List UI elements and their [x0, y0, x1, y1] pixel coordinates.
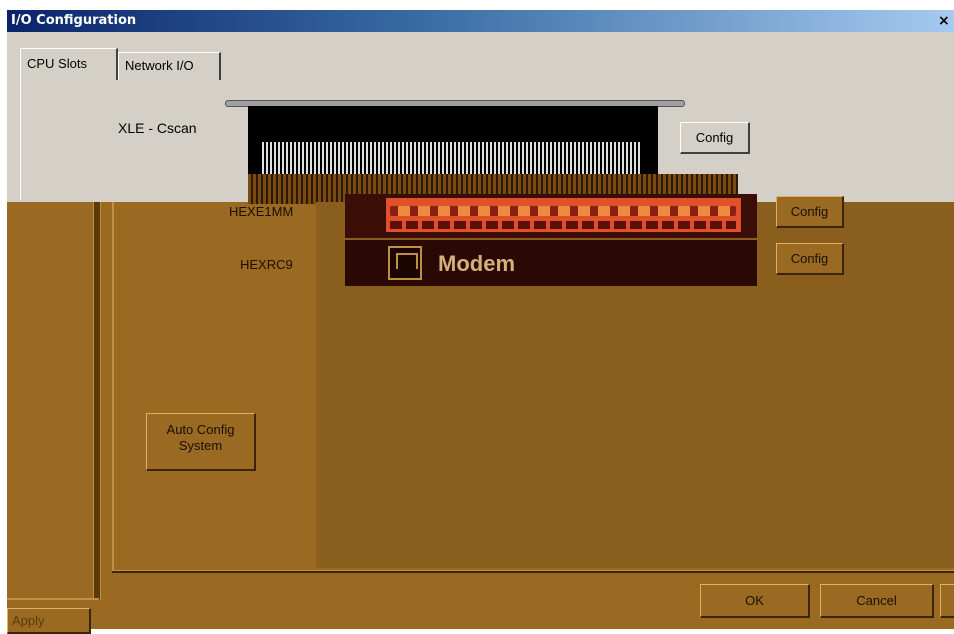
ok-button[interactable]: OK: [700, 584, 810, 618]
cpu-label: XLE - Cscan: [118, 120, 197, 136]
modem-label: Modem: [438, 251, 515, 276]
cpu-config-button[interactable]: Config: [680, 122, 750, 154]
window-title: I/O Configuration: [11, 13, 137, 28]
footer-divider: [112, 570, 954, 573]
io-terminal-block: [386, 198, 741, 232]
hexrc9-config-button[interactable]: Config: [776, 243, 844, 275]
cancel-button[interactable]: Cancel: [820, 584, 934, 618]
terminal-slots: [390, 221, 736, 229]
auto-config-line1: Auto Config: [166, 422, 235, 437]
tab-network-io[interactable]: Network I/O: [118, 52, 221, 80]
terminal-screws: [390, 206, 736, 216]
left-divider: [93, 202, 101, 600]
phone-jack-icon: [388, 246, 422, 280]
left-bottom-divider: [7, 598, 99, 600]
cpu-vents: [262, 142, 640, 174]
slot-label-hexe1mm: HEXE1MM: [229, 204, 294, 219]
tab-cpu-slots[interactable]: CPU Slots: [20, 48, 118, 80]
auto-config-line2: System: [178, 438, 223, 453]
title-bar: I/O Configuration ×: [7, 10, 954, 32]
auto-config-button[interactable]: Auto Config System: [146, 413, 256, 471]
inner-divider: [112, 202, 114, 570]
help-button-partial[interactable]: [940, 584, 954, 618]
slot-label-hexrc9: HEXRC9: [240, 257, 293, 272]
close-icon[interactable]: ×: [938, 13, 954, 29]
hexe1mm-config-button[interactable]: Config: [776, 196, 844, 228]
apply-button[interactable]: Apply: [7, 608, 91, 634]
